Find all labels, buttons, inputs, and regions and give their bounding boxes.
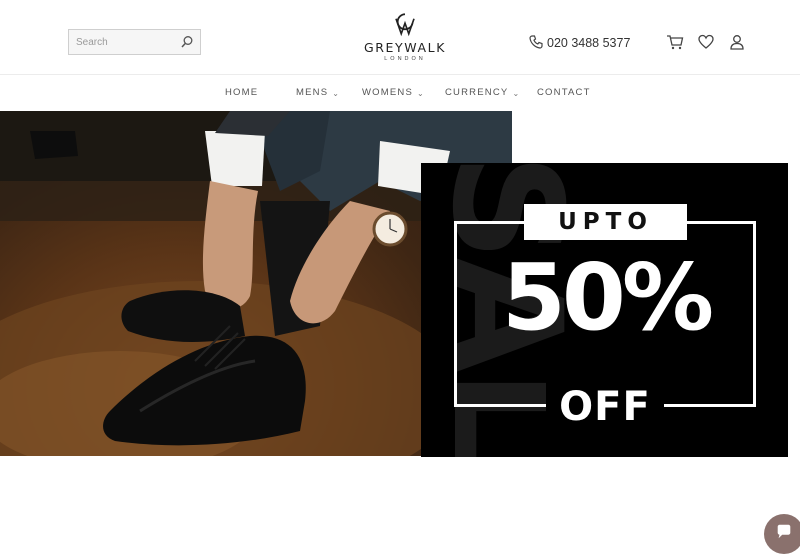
heart-icon[interactable] — [697, 33, 715, 51]
cart-icon[interactable] — [666, 33, 684, 51]
sale-upto-label: UPTO — [524, 204, 687, 240]
phone-icon — [528, 34, 544, 53]
sale-banner[interactable]: SALE UPTO 50% OFF — [421, 163, 788, 457]
search-input[interactable] — [69, 30, 179, 54]
greywalk-monogram-icon — [395, 13, 415, 37]
sale-percent: 50% — [501, 244, 714, 351]
nav-item-currency[interactable]: CURRENCY ⌄ — [445, 87, 520, 98]
search-icon[interactable] — [180, 35, 194, 49]
chevron-down-icon: ⌄ — [332, 89, 341, 98]
nav-item-mens[interactable]: MENS ⌄ — [296, 87, 340, 98]
chat-icon — [775, 523, 793, 546]
nav-label: CURRENCY — [445, 87, 509, 98]
nav-label: CONTACT — [537, 87, 591, 98]
header-icons — [666, 33, 746, 51]
site-header: GREYWALK LONDON 020 3488 5377 — [0, 0, 800, 75]
nav-label: HOME — [225, 87, 259, 98]
nav-label: WOMENS — [362, 87, 414, 98]
nav-item-contact[interactable]: CONTACT — [537, 87, 591, 98]
chevron-down-icon: ⌄ — [417, 89, 425, 98]
hero-banner: SALE UPTO 50% OFF — [0, 111, 800, 554]
phone-number[interactable]: 020 3488 5377 — [547, 36, 630, 50]
nav-item-home[interactable]: HOME — [225, 87, 258, 98]
site-logo[interactable]: GREYWALK LONDON — [355, 10, 455, 70]
logo-brand-text: GREYWALK — [363, 40, 447, 55]
nav-item-womens[interactable]: WOMENS ⌄ — [362, 87, 425, 98]
nav-label: MENS — [296, 87, 329, 98]
search-box[interactable] — [68, 29, 201, 55]
chat-button[interactable] — [764, 514, 800, 554]
sale-off-label: OFF — [546, 381, 664, 433]
phone-contact[interactable]: 020 3488 5377 — [528, 34, 630, 52]
user-icon[interactable] — [728, 33, 746, 51]
chevron-down-icon: ⌄ — [512, 89, 521, 98]
main-nav: HOME MENS ⌄ WOMENS ⌄ CURRENCY ⌄ CONTACT — [0, 75, 800, 112]
logo-sub-text: LONDON — [384, 56, 426, 62]
